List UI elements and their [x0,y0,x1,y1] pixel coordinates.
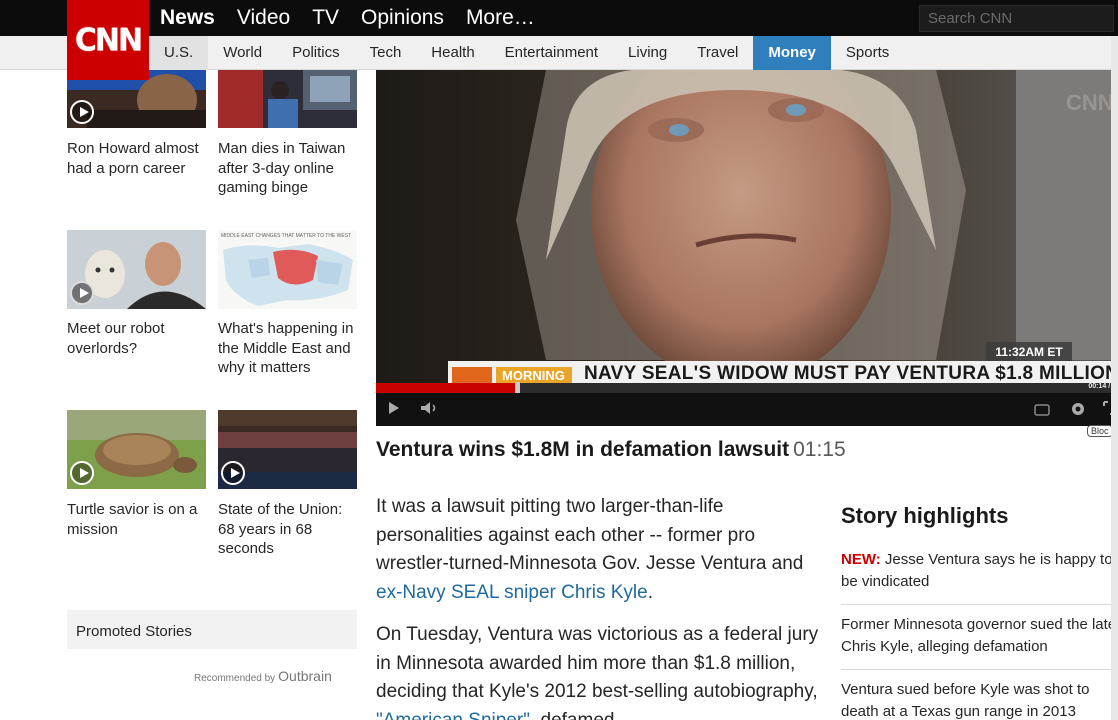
promoted-stories-header: Promoted Stories [67,610,357,649]
rail-caption-2[interactable]: Man dies in Taiwan after 3-day online ga… [218,139,357,198]
rail-caption-1[interactable]: Ron Howard almost had a porn career [67,139,212,178]
section-nav: U.S. World Politics Tech Health Entertai… [0,36,1118,70]
video-progress-bar[interactable]: 00:14 / 0 [376,382,1118,394]
thumb-taiwan[interactable] [218,70,357,128]
progress-fill [376,383,517,393]
outbrain-credit[interactable]: Recommended by Outbrain [194,668,332,684]
tab-money[interactable]: Money [753,36,831,70]
story-highlights-title: Story highlights [841,503,1009,528]
tab-tech[interactable]: Tech [355,36,417,70]
gear-icon [1072,403,1084,415]
tab-travel[interactable]: Travel [682,36,753,70]
play-icon [70,281,94,305]
volume-button[interactable] [420,401,438,418]
page-scrollbar[interactable] [1111,36,1118,720]
time-bug: 11:32AM ET [986,342,1072,363]
new-badge: NEW: [841,551,881,568]
play-icon [389,402,399,414]
video-title: Ventura wins $1.8M in defamation lawsuit [376,438,790,461]
nav-opinions[interactable]: Opinions [361,6,444,30]
volume-icon [421,402,436,414]
american-sniper-link[interactable]: "American Sniper" [376,710,530,720]
thumb-image: MIDDLE EAST CHANGES THAT MATTER TO THE W… [218,230,357,309]
page: News Video TV Opinions More… Search CNN … [0,0,1118,720]
block-label[interactable]: Bloc [1087,425,1113,437]
settings-button[interactable] [1070,401,1086,420]
article-paragraph-1: It was a lawsuit pitting two larger-than… [376,493,831,607]
rail-caption-5[interactable]: Turtle savior is on a mission [67,500,212,539]
paragraph-text: On Tuesday, Ventura was victorious as a … [376,624,819,702]
highlight-item: NEW: Jesse Ventura says he is happy to b… [841,540,1118,605]
recommended-by-label: Recommended by [194,673,276,684]
thumb-robot[interactable] [67,230,206,309]
paragraph-end: . [647,581,654,603]
video-controls [376,393,1118,426]
paragraph-end: , defamed [529,709,615,720]
video-duration: 01:15 [793,438,846,461]
logo-text: CNN [74,21,143,59]
article-body: It was a lawsuit pitting two larger-than… [376,493,831,720]
paragraph-text: It was a lawsuit pitting two larger-than… [376,496,804,574]
nav-more[interactable]: More… [466,6,535,30]
play-button[interactable] [388,401,400,418]
nav-video[interactable]: Video [237,6,290,30]
tab-living[interactable]: Living [613,36,682,70]
tab-sports[interactable]: Sports [831,36,904,70]
rail-caption-6[interactable]: State of the Union: 68 years in 68 secon… [218,500,357,559]
play-icon [221,461,245,485]
highlight-text: Jesse Ventura says he is happy to be vin… [841,551,1113,590]
highlight-text: Former Minnesota governor sued the late … [841,616,1117,655]
tab-health[interactable]: Health [416,36,489,70]
cnn-watermark: CNN [1066,90,1114,115]
play-icon [70,461,94,485]
thumb-middle-east-map[interactable]: MIDDLE EAST CHANGES THAT MATTER TO THE W… [218,230,357,309]
thumb-turtle[interactable] [67,410,206,489]
top-bar: News Video TV Opinions More… Search CNN [0,0,1118,36]
captions-icon [1034,404,1050,416]
lower-third: MORNING NAVY SEAL'S WIDOW MUST PAY VENTU… [448,361,1118,385]
rail-caption-4[interactable]: What's happening in the Middle East and … [218,319,363,378]
thumb-state-of-union[interactable] [218,410,357,489]
main-nav: News Video TV Opinions More… [160,0,557,36]
video-headline: Ventura wins $1.8M in defamation lawsuit… [376,438,846,462]
map-header: MIDDLE EAST CHANGES THAT MATTER TO THE W… [221,233,351,239]
search-input[interactable]: Search CNN [919,5,1114,32]
thumb-image [218,70,357,128]
video-frame: CNN [376,70,1118,385]
highlight-text: Ventura sued before Kyle was shot to dea… [841,681,1090,720]
chris-kyle-link[interactable]: ex-Navy SEAL sniper Chris Kyle [376,582,648,603]
story-highlights-list: NEW: Jesse Ventura says he is happy to b… [841,540,1118,720]
tab-us[interactable]: U.S. [149,36,209,70]
chyron-headline: NAVY SEAL'S WIDOW MUST PAY VENTURA $1.8 … [584,363,1118,384]
captions-button[interactable] [1034,403,1050,419]
highlight-item: Ventura sued before Kyle was shot to dea… [841,670,1118,720]
tab-world[interactable]: World [208,36,277,70]
outbrain-logo: Outbrain [278,668,332,684]
tab-politics[interactable]: Politics [277,36,355,70]
play-icon [70,100,94,124]
rail-caption-3[interactable]: Meet our robot overlords? [67,319,212,358]
cnn-logo[interactable]: CNN [67,0,149,80]
nav-tv[interactable]: TV [312,6,339,30]
article-paragraph-2: On Tuesday, Ventura was victorious as a … [376,621,831,720]
tab-entertainment[interactable]: Entertainment [490,36,613,70]
highlight-item: Former Minnesota governor sued the late … [841,605,1118,670]
nav-news[interactable]: News [160,6,215,30]
